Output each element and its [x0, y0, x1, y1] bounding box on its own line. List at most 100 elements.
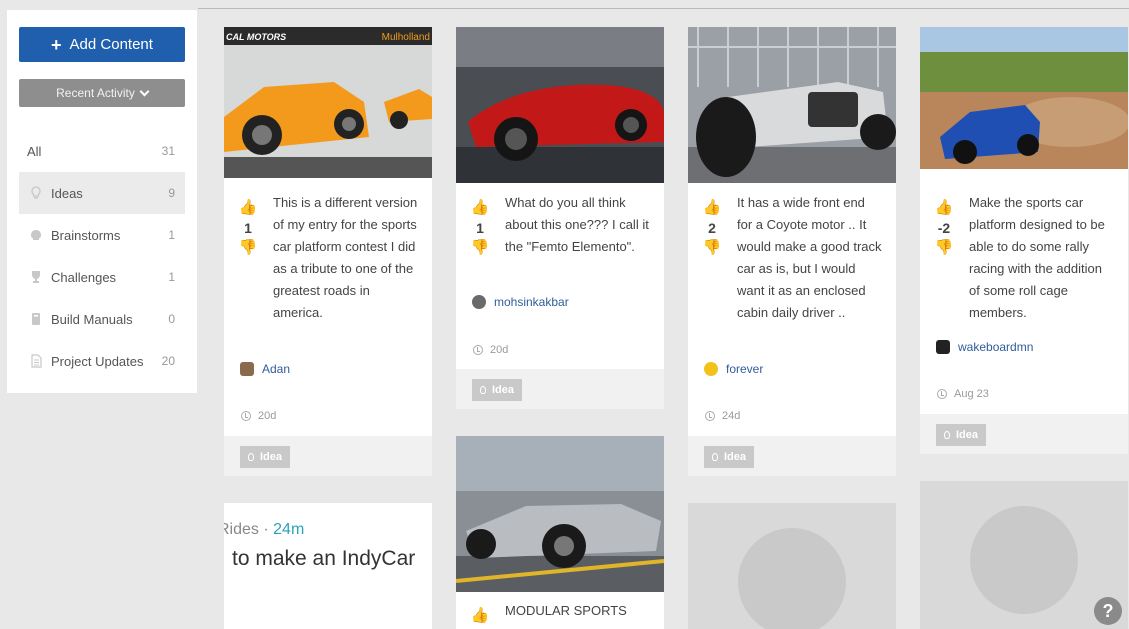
sidebar: + Add Content Recent Activity All 31 Ide…	[7, 10, 197, 393]
author-name: Adan	[262, 362, 291, 376]
idea-tag[interactable]: Idea	[704, 446, 755, 468]
thumbs-up-icon[interactable]: 👍	[238, 199, 258, 217]
card-thumbnail[interactable]: CAL MOTORS Mulholland	[224, 27, 432, 178]
lightbulb-icon	[944, 431, 950, 439]
tag-label: Idea	[724, 451, 747, 463]
brain-icon	[27, 229, 45, 241]
top-divider	[198, 8, 1129, 9]
meta-separator: ·	[263, 521, 274, 538]
post-source[interactable]: Rides	[224, 521, 259, 538]
avatar	[936, 340, 950, 354]
idea-card[interactable]: 👍 1 👎 What do you all think about this o…	[456, 27, 664, 409]
thumbs-up-icon[interactable]: 👍	[934, 199, 954, 217]
filter-count: 0	[168, 312, 175, 326]
banner-left-text: CAL MOTORS	[226, 32, 286, 42]
filter-count: 31	[161, 144, 175, 158]
card-thumbnail[interactable]	[688, 27, 896, 183]
banner-right-text: Mulholland	[382, 32, 430, 43]
help-button[interactable]: ?	[1094, 597, 1122, 625]
thumbs-down-icon[interactable]: 👎	[470, 239, 490, 257]
lightbulb-icon	[248, 453, 254, 461]
card-timestamp: 20d	[473, 344, 508, 356]
filter-build-manuals[interactable]: Build Manuals 0	[19, 298, 185, 340]
filter-label: Challenges	[51, 269, 117, 285]
vote-widget: 👍	[470, 607, 490, 625]
vote-widget: 👍 1 👎	[238, 199, 258, 257]
tag-label: Idea	[956, 429, 979, 441]
idea-card[interactable]: 👍 2 👎 It has a wide front end for a Coyo…	[688, 27, 896, 476]
avatar	[704, 362, 718, 376]
add-content-button[interactable]: + Add Content	[19, 27, 185, 62]
card-description[interactable]: What do you all think about this one??? …	[505, 192, 650, 258]
clock-icon	[705, 411, 715, 421]
thumbs-up-icon[interactable]: 👍	[702, 199, 722, 217]
recent-activity-dropdown[interactable]: Recent Activity	[19, 79, 185, 107]
filter-count: 1	[168, 270, 175, 284]
filter-count: 9	[168, 186, 175, 200]
author-name: wakeboardmn	[958, 340, 1034, 354]
filter-label: Brainstorms	[51, 227, 121, 243]
card-author[interactable]: mohsinkakbar	[472, 295, 569, 309]
time-text: Aug 23	[954, 388, 989, 400]
plus-icon: +	[51, 34, 62, 55]
card-description[interactable]: MODULAR SPORTS	[505, 600, 650, 622]
lightbulb-icon	[712, 453, 718, 461]
post-headline[interactable]: to make an IndyCar	[232, 547, 415, 571]
vote-widget: 👍 2 👎	[702, 199, 722, 257]
card-timestamp: 20d	[241, 410, 276, 422]
idea-tag[interactable]: Idea	[936, 424, 987, 446]
card-author[interactable]: wakeboardmn	[936, 340, 1033, 354]
card-author[interactable]: Adan	[240, 362, 290, 376]
card-description[interactable]: Make the sports car platform designed to…	[969, 192, 1114, 324]
card-description[interactable]: It has a wide front end for a Coyote mot…	[737, 192, 882, 324]
post-card[interactable]: Rides · 24m to make an IndyCar	[224, 503, 432, 629]
card-thumbnail[interactable]	[456, 27, 664, 183]
card-timestamp: Aug 23	[937, 388, 989, 400]
idea-card[interactable]: 👍 MODULAR SPORTS	[456, 436, 664, 629]
filter-count: 1	[168, 228, 175, 242]
avatar	[472, 295, 486, 309]
clock-icon	[937, 389, 947, 399]
lightbulb-icon	[738, 528, 846, 629]
filter-ideas[interactable]: Ideas 9	[19, 172, 185, 214]
filter-challenges[interactable]: Challenges 1	[19, 256, 185, 298]
filter-label: All	[27, 143, 42, 159]
idea-tag[interactable]: Idea	[472, 379, 523, 401]
lightbulb-icon	[480, 386, 486, 394]
time-text: 24d	[722, 410, 741, 422]
thumbs-up-icon[interactable]: 👍	[470, 199, 490, 217]
idea-card[interactable]: 👍 -2 👎 Make the sports car platform desi…	[920, 27, 1128, 454]
filter-label: Ideas	[51, 185, 83, 201]
filter-project-updates[interactable]: Project Updates 20	[19, 340, 185, 382]
thumbs-down-icon[interactable]: 👎	[934, 239, 954, 257]
recent-activity-label: Recent Activity	[56, 86, 135, 100]
thumbs-down-icon[interactable]: 👎	[702, 239, 722, 257]
author-name: mohsinkakbar	[494, 295, 569, 309]
filter-count: 20	[161, 354, 175, 368]
card-timestamp: 24d	[705, 410, 740, 422]
document-icon	[27, 354, 45, 368]
vote-count: -2	[937, 220, 951, 236]
tag-label: Idea	[260, 451, 283, 463]
post-meta: Rides · 24m	[224, 521, 304, 539]
placeholder-card[interactable]	[688, 503, 896, 629]
vote-count: 1	[244, 220, 252, 236]
author-name: forever	[726, 362, 764, 376]
card-thumbnail[interactable]	[456, 436, 664, 592]
vote-widget: 👍 1 👎	[470, 199, 490, 257]
card-footer: Idea	[224, 436, 432, 476]
thumbs-down-icon[interactable]: 👎	[238, 239, 258, 257]
card-author[interactable]: forever	[704, 362, 763, 376]
filter-label: Project Updates	[51, 353, 144, 369]
card-description[interactable]: This is a different version of my entry …	[273, 192, 418, 324]
filter-brainstorms[interactable]: Brainstorms 1	[19, 214, 185, 256]
tag-label: Idea	[492, 384, 515, 396]
thumbs-up-icon[interactable]: 👍	[470, 607, 490, 625]
filter-all[interactable]: All 31	[19, 130, 185, 172]
idea-tag[interactable]: Idea	[240, 446, 291, 468]
time-text: 20d	[490, 344, 509, 356]
card-footer: Idea	[688, 436, 896, 476]
manual-icon	[27, 312, 45, 326]
idea-card[interactable]: CAL MOTORS Mulholland 👍 1 👎 This is a di…	[224, 27, 432, 476]
card-thumbnail[interactable]	[920, 27, 1128, 169]
